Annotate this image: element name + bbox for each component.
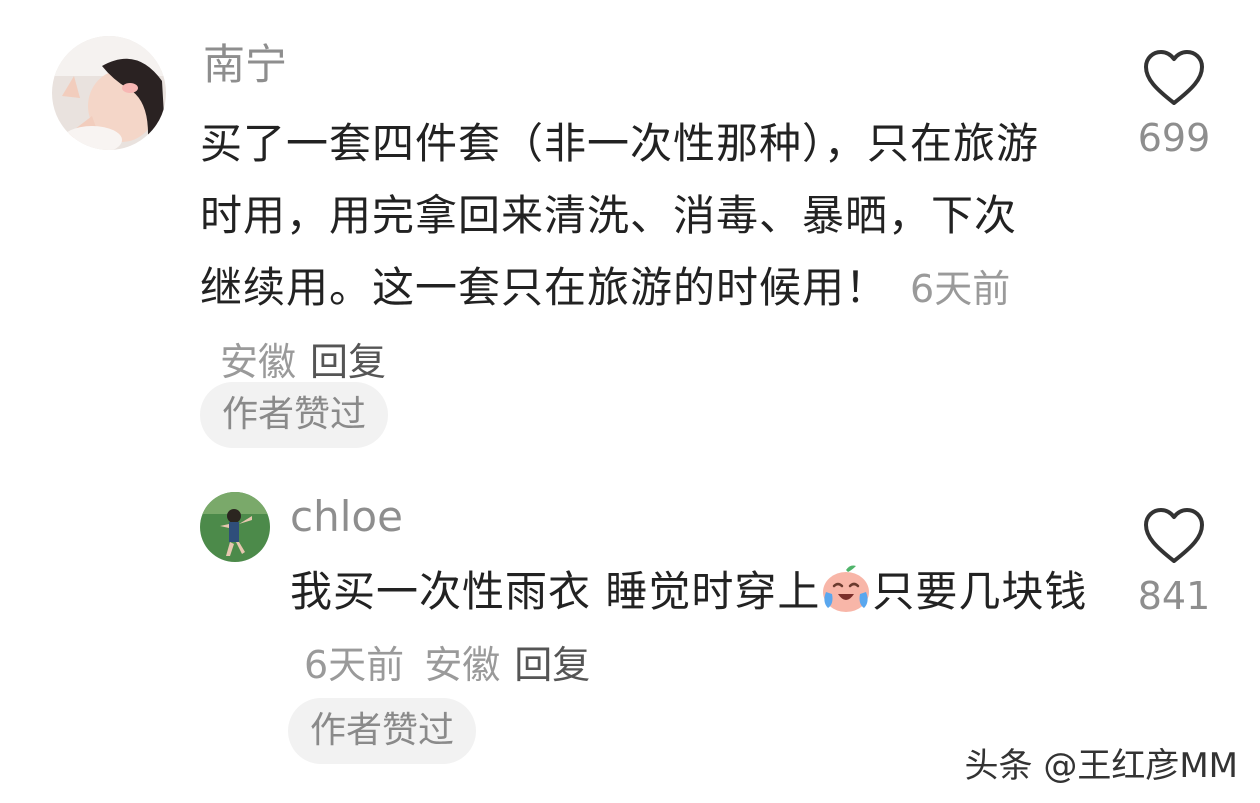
comment-author[interactable]: chloe: [290, 492, 403, 542]
reply-comment-item: chloe 我买一次性雨衣 睡觉时穿上 只要几块钱 6天前 安徽 回复 作者赞过 84…: [0, 470, 1260, 770]
comment-body-part: 我买一次性雨衣 睡觉时穿上: [290, 567, 821, 616]
heart-outline-icon: [1144, 50, 1204, 105]
like-count: 699: [1137, 116, 1211, 160]
comment-item: 南宁 买了一套四件套（非一次性那种），只在旅游时用，用完拿回来清洗、消毒、暴晒，…: [0, 0, 1260, 460]
avatar-image: [200, 492, 270, 562]
heart-outline-icon: [1144, 508, 1204, 563]
reply-button[interactable]: 回复: [514, 643, 590, 687]
like-count: 841: [1137, 574, 1211, 618]
like-button[interactable]: 841: [1124, 506, 1224, 618]
comment-text: 买了一套四件套（非一次性那种），只在旅游时用，用完拿回来清洗、消毒、暴晒，下次继…: [200, 108, 1050, 398]
comment-author[interactable]: 南宁: [203, 40, 287, 90]
author-liked-badge: 作者赞过: [200, 382, 389, 448]
like-button[interactable]: 699: [1124, 48, 1224, 160]
crying-laughing-emoji: [823, 565, 870, 612]
comment-location: 安徽: [220, 340, 297, 384]
comment-time: 6天前: [910, 267, 1011, 311]
avatar[interactable]: [52, 36, 166, 150]
author-liked-badge: 作者赞过: [288, 698, 477, 764]
comment-time: 6天前: [304, 643, 405, 687]
comment-body-part: 只要几块钱: [872, 567, 1088, 616]
comment-text: 我买一次性雨衣 睡觉时穿上 只要几块钱 6天前 安徽 回复: [290, 556, 1090, 701]
comment-location: 安徽: [424, 643, 501, 687]
watermark: 头条 @王红彦MM: [964, 746, 1238, 786]
reply-button[interactable]: 回复: [310, 340, 386, 384]
avatar-image: [52, 36, 166, 150]
avatar[interactable]: [200, 492, 270, 562]
